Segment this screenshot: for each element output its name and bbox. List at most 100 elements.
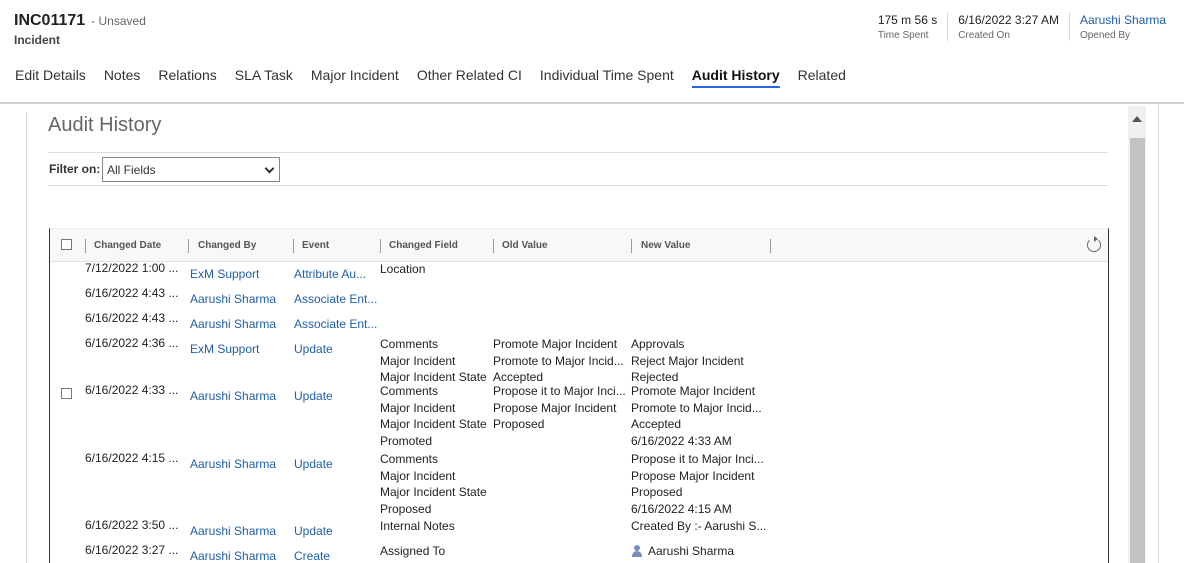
col-old-value[interactable]: Old Value	[502, 240, 548, 251]
left-frame-line	[26, 112, 27, 563]
select-all-checkbox[interactable]	[61, 239, 72, 250]
created-on-label: Created On	[958, 30, 1010, 41]
col-new-value[interactable]: New Value	[641, 240, 690, 251]
tab-relations[interactable]: Relations	[149, 66, 225, 88]
changed-date-cell: 6/16/2022 3:27 ...	[85, 543, 179, 557]
chevron-down-icon	[264, 163, 275, 174]
filter-selected-value: All Fields	[107, 162, 156, 177]
changed-field-cell: Proposed	[380, 501, 432, 516]
opened-by-field: Aarushi Sharma Opened By	[1068, 13, 1176, 41]
right-frame-line	[1158, 104, 1159, 563]
new-value-cell: Aarushi Sharma	[631, 543, 734, 559]
time-spent-label: Time Spent	[877, 30, 929, 41]
column-separator	[85, 239, 86, 253]
record-id: INC01171	[14, 12, 86, 29]
tab-sla-task[interactable]: SLA Task	[226, 66, 302, 88]
column-separator	[493, 239, 494, 253]
changed-date-cell: 6/16/2022 4:36 ...	[85, 336, 179, 350]
scrollbar-thumb[interactable]	[1130, 138, 1145, 563]
changed-field-cell: Promoted	[380, 433, 433, 448]
tab-other-related-ci[interactable]: Other Related CI	[408, 66, 531, 88]
event-link[interactable]: Update	[294, 523, 333, 539]
scroll-up-arrow-icon[interactable]	[1128, 110, 1146, 128]
new-value-cell: Accepted	[631, 417, 682, 431]
changed-field-cell: Comments	[380, 452, 439, 466]
audit-grid: Changed Date Changed By Event Changed Fi…	[49, 228, 1109, 563]
opened-by-label: Opened By	[1079, 30, 1130, 41]
new-value-cell: Promote Major Incident	[631, 384, 756, 398]
changed-by-link[interactable]: Aarushi Sharma	[190, 388, 276, 404]
new-value-cell: Proposed	[631, 485, 683, 499]
event-link[interactable]: Associate Ent...	[294, 316, 377, 332]
changed-by-link[interactable]: Aarushi Sharma	[190, 523, 276, 539]
new-value-cell: Propose Major Incident	[631, 468, 755, 483]
col-event[interactable]: Event	[302, 240, 329, 251]
changed-field-cell: Major Incident	[380, 353, 456, 368]
tab-edit-details[interactable]: Edit Details	[6, 66, 95, 88]
changed-field-cell: Major Incident State	[380, 485, 487, 499]
created-on-value: 6/16/2022 3:27 AM	[958, 13, 1059, 27]
new-value-cell: 6/16/2022 4:33 AM	[631, 433, 732, 448]
new-value-cell: Reject Major Incident	[631, 353, 744, 368]
event-link[interactable]: Update	[294, 341, 333, 357]
row-checkbox[interactable]	[61, 388, 72, 399]
changed-date-cell: 6/16/2022 4:43 ...	[85, 286, 179, 300]
old-value-cell: Promote Major Incident	[493, 337, 618, 351]
changed-field-cell: Comments	[380, 384, 439, 398]
changed-field-cell: Assigned To	[380, 544, 446, 558]
old-value-cell: Propose it to Major Inci...	[493, 384, 626, 398]
old-value-cell: Propose Major Incident	[493, 400, 617, 415]
vertical-scrollbar[interactable]	[1128, 106, 1146, 563]
changed-date-cell: 7/12/2022 1:00 ...	[85, 261, 179, 275]
event-link[interactable]: Update	[294, 456, 333, 472]
event-link[interactable]: Update	[294, 388, 333, 404]
changed-by-link[interactable]: Aarushi Sharma	[190, 316, 276, 332]
event-link[interactable]: Attribute Au...	[294, 266, 366, 282]
column-separator	[380, 239, 381, 253]
tab-notes[interactable]: Notes	[95, 66, 150, 88]
refresh-icon[interactable]	[1087, 236, 1101, 252]
changed-date-cell: 6/16/2022 4:15 ...	[85, 451, 179, 465]
opened-by-link[interactable]: Aarushi Sharma	[1080, 13, 1166, 27]
changed-by-link[interactable]: Aarushi Sharma	[190, 456, 276, 472]
event-link[interactable]: Associate Ent...	[294, 291, 377, 307]
old-value-cell: Proposed	[493, 417, 545, 431]
column-separator	[631, 239, 632, 253]
changed-field-cell: Major Incident State	[380, 417, 487, 431]
header-fields: 175 m 56 s Time Spent 6/16/2022 3:27 AM …	[868, 13, 1176, 41]
changed-date-cell: 6/16/2022 4:33 ...	[85, 383, 179, 397]
filter-select[interactable]: All Fields	[102, 157, 280, 182]
tab-individual-time-spent[interactable]: Individual Time Spent	[531, 66, 683, 88]
changed-by-link[interactable]: ExM Support	[190, 266, 259, 282]
changed-field-cell: Comments	[380, 337, 439, 351]
user-icon	[631, 545, 643, 557]
new-value-cell: Propose it to Major Inci...	[631, 452, 764, 466]
event-link[interactable]: Create	[294, 548, 330, 563]
col-changed-by[interactable]: Changed By	[198, 240, 256, 251]
section-title: Audit History	[48, 114, 162, 136]
changed-by-link[interactable]: ExM Support	[190, 341, 259, 357]
changed-by-link[interactable]: Aarushi Sharma	[190, 548, 276, 563]
new-value-cell: Created By :- Aarushi S...	[631, 519, 767, 533]
old-value-cell: Promote to Major Incid...	[493, 353, 624, 368]
tab-audit-history[interactable]: Audit History	[683, 66, 789, 88]
filter-label: Filter on:	[49, 162, 101, 176]
tab-major-incident[interactable]: Major Incident	[302, 66, 408, 88]
tab-related[interactable]: Related	[789, 66, 855, 88]
col-changed-field[interactable]: Changed Field	[389, 240, 458, 251]
record-title: INC01171 - Unsaved	[14, 12, 146, 30]
time-spent-value: 175 m 56 s	[877, 13, 938, 27]
filter-divider	[48, 185, 1108, 186]
new-value-cell: Approvals	[631, 337, 685, 351]
header-divider	[0, 102, 1184, 104]
changed-date-cell: 6/16/2022 4:43 ...	[85, 311, 179, 325]
changed-field-cell: Major Incident	[380, 400, 456, 415]
changed-by-link[interactable]: Aarushi Sharma	[190, 291, 276, 307]
column-separator	[293, 239, 294, 253]
save-status: - Unsaved	[91, 14, 146, 28]
created-on-field: 6/16/2022 3:27 AM Created On	[947, 13, 1069, 41]
col-changed-date[interactable]: Changed Date	[94, 240, 161, 251]
changed-field-cell: Location	[380, 262, 426, 276]
section-divider	[48, 152, 1108, 153]
grid-header: Changed Date Changed By Event Changed Fi…	[50, 229, 1108, 262]
